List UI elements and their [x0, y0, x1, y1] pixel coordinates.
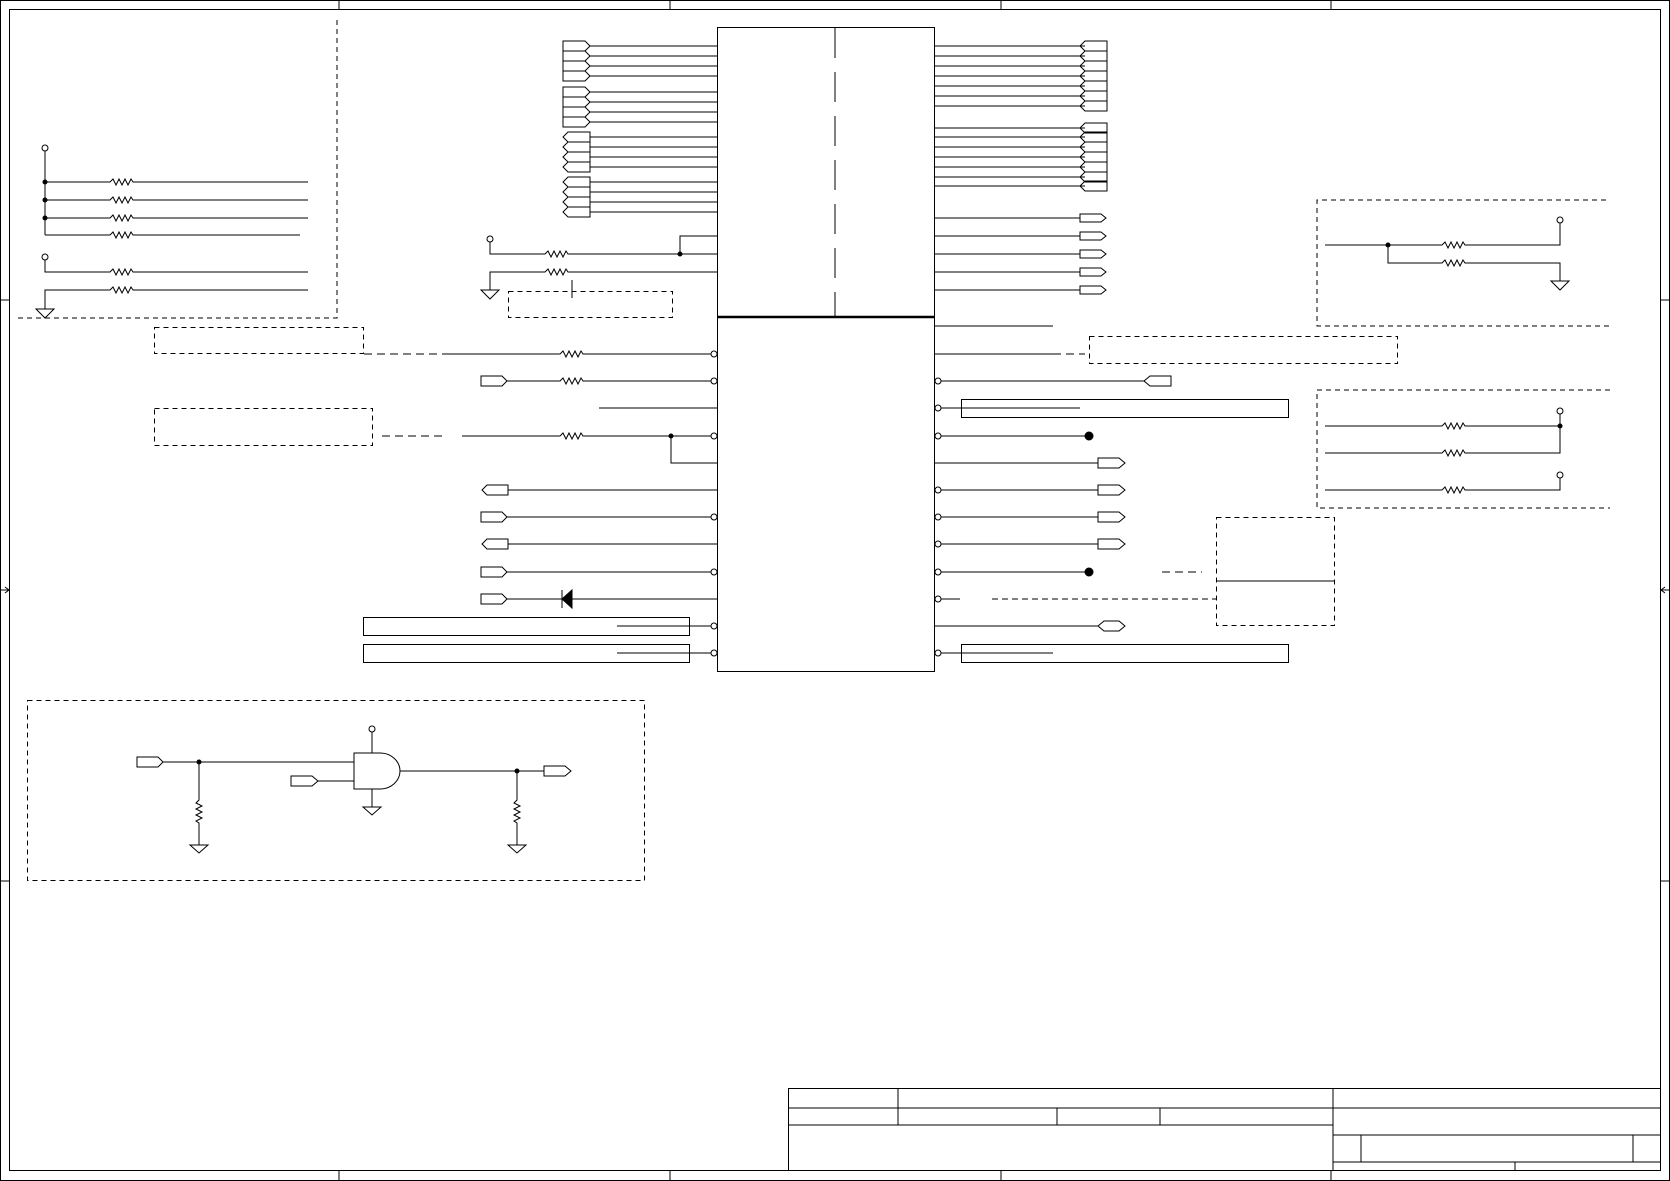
offpage-connector-icon: [136, 756, 164, 768]
power-pin-icon: [1556, 471, 1564, 479]
offpage-connector-icon: [480, 593, 508, 605]
offpage-connector-icon: [480, 511, 508, 523]
offpage-connector-icon: [481, 484, 509, 496]
offpage-connector-icon: [1097, 484, 1126, 496]
ground-icon: [361, 806, 383, 816]
right-bus-connectors: [935, 40, 1108, 295]
right-bias-group-lower: [1316, 389, 1610, 509]
bus-connector-icon: [1079, 40, 1108, 192]
pullup-resistor-group-left: [18, 20, 338, 319]
offpage-connector-icon: [1097, 538, 1126, 550]
schematic-sheet: [0, 0, 1670, 1181]
power-pin-icon: [41, 144, 49, 152]
ground-icon: [1549, 280, 1571, 291]
offpage-connector-icon: [1143, 375, 1172, 387]
test-point-icon: [1084, 431, 1094, 441]
bus-connector-icon: [1097, 620, 1126, 632]
test-point-icon: [1084, 567, 1094, 577]
power-pin-icon: [1556, 407, 1564, 415]
offpage-connector-icon: [1097, 457, 1126, 469]
bus-connector-icon: [562, 40, 591, 218]
power-pin-icon: [486, 235, 494, 243]
ground-icon: [506, 844, 528, 854]
power-pin-icon: [1556, 216, 1564, 224]
main-ic[interactable]: [717, 27, 935, 672]
ground-icon: [34, 308, 56, 319]
right-bias-group-upper: [1316, 199, 1610, 327]
offpage-connector-icon: [480, 375, 508, 387]
ground-icon: [479, 289, 501, 300]
ic-left-bias: [479, 235, 717, 318]
ic-left-pins: [154, 327, 718, 663]
power-pin-icon: [368, 725, 376, 733]
offpage-connector-icon: [481, 538, 509, 550]
title-block: [788, 1088, 1661, 1171]
and-gate-subcircuit: [27, 700, 645, 881]
left-bus-connectors: [562, 40, 717, 218]
offpage-connector-icon: [1079, 213, 1107, 295]
offpage-connector-icon: [290, 775, 319, 787]
offpage-connector-icon: [543, 765, 572, 777]
and-gate-icon[interactable]: [353, 752, 401, 790]
ic-right-pins: [934, 325, 1398, 663]
ground-icon: [188, 844, 210, 854]
diode-icon: [561, 588, 573, 610]
offpage-connector-icon: [480, 566, 508, 578]
offpage-connector-icon: [1097, 511, 1126, 523]
power-pin-icon: [41, 253, 49, 261]
